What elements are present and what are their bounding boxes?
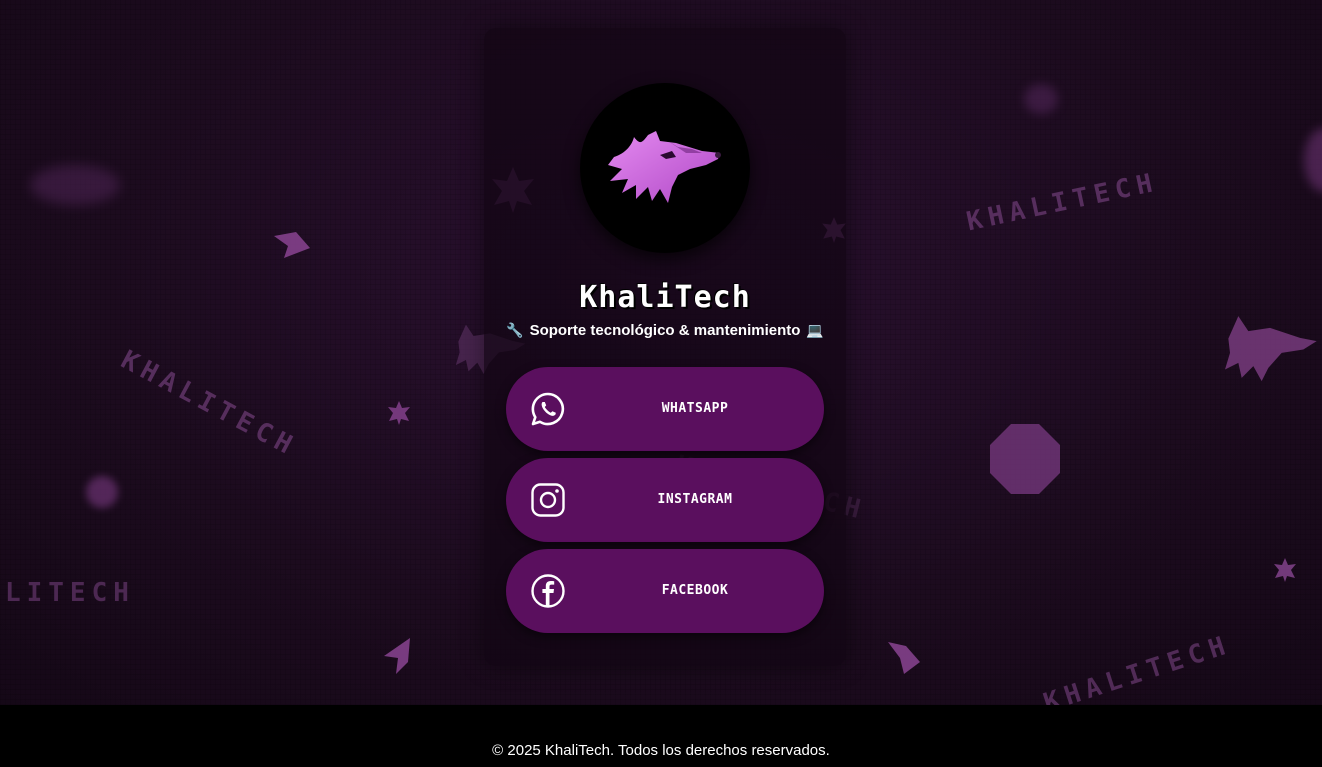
profile-card: KhaliTech 🔧 Soporte tecnológico & manteni… <box>484 28 846 666</box>
whatsapp-label: WHATSAPP <box>661 401 729 416</box>
brand-subtitle: 🔧 Soporte tecnológico & mantenimiento 💻 <box>484 322 846 339</box>
footer: © 2025 KhaliTech. Todos los derechos res… <box>0 705 1322 767</box>
instagram-button[interactable]: INSTAGRAM <box>506 458 824 542</box>
background-watermark: KHALITECH <box>115 345 303 463</box>
instagram-label: INSTAGRAM <box>657 492 733 507</box>
laptop-icon: 💻 <box>806 322 824 338</box>
facebook-button[interactable]: FACEBOOK <box>506 549 824 633</box>
subtitle-text: Soporte tecnológico & mantenimiento <box>529 322 801 339</box>
wolf-logo-icon <box>608 131 721 203</box>
blur-blob <box>1024 84 1058 114</box>
wrench-icon: 🔧 <box>506 322 524 338</box>
whatsapp-icon <box>531 392 565 426</box>
copyright-text: © 2025 KhaliTech. Todos los derechos res… <box>492 742 830 759</box>
star-shape <box>1274 558 1296 582</box>
background-watermark: KHALITECH <box>0 578 135 608</box>
facebook-label: FACEBOOK <box>661 583 729 598</box>
brand-title: KhaliTech <box>579 280 751 315</box>
background-watermark: KHALITECH <box>964 167 1161 238</box>
whatsapp-button[interactable]: WHATSAPP <box>506 367 824 451</box>
blur-blob <box>86 476 118 508</box>
arrow-shape <box>274 232 310 258</box>
facebook-icon <box>531 574 565 608</box>
blur-blob <box>30 165 120 205</box>
blur-blob <box>1304 128 1322 192</box>
avatar <box>580 83 750 253</box>
background-watermark: KHALITECH <box>1040 629 1235 705</box>
wolf-silhouette <box>1225 316 1317 382</box>
octagon-shape <box>990 424 1060 494</box>
star-shape <box>388 401 410 425</box>
instagram-icon <box>531 483 565 517</box>
arrow-shape <box>384 638 410 674</box>
arrow-shape <box>888 642 920 674</box>
